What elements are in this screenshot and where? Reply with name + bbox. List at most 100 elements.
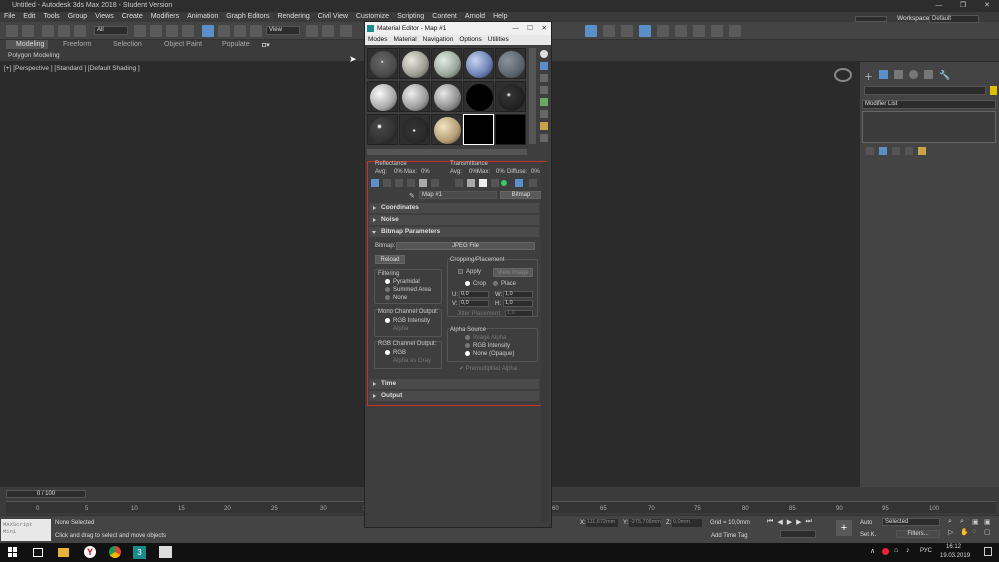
- map-type-button[interactable]: Bitmap: [500, 191, 542, 199]
- me-menu-material[interactable]: Material: [391, 35, 420, 45]
- chrome-icon[interactable]: [109, 546, 121, 558]
- photos-app-icon[interactable]: [159, 546, 172, 558]
- sample-slot[interactable]: [399, 81, 430, 112]
- backlight-icon[interactable]: [540, 62, 548, 70]
- goto-end-icon[interactable]: ⏭: [805, 518, 811, 526]
- tray-app-icon[interactable]: [882, 548, 889, 555]
- get-material-icon[interactable]: [371, 179, 379, 187]
- remove-modifier-icon[interactable]: [905, 147, 913, 155]
- put-to-library-icon[interactable]: [455, 179, 463, 187]
- redo-icon[interactable]: [22, 25, 34, 37]
- bitmap-file-button[interactable]: JPEG File: [396, 242, 535, 250]
- show-end-result-me-icon[interactable]: [491, 179, 499, 187]
- mono-rgb-intensity-radio[interactable]: RGB Intensity: [385, 318, 430, 324]
- task-view-icon[interactable]: [33, 548, 43, 557]
- x-coord[interactable]: 111,672mm: [586, 519, 618, 527]
- rollout-noise[interactable]: Noise: [369, 215, 539, 225]
- menu-file[interactable]: File: [0, 12, 19, 22]
- viewcube-icon[interactable]: [834, 68, 852, 82]
- object-color-swatch[interactable]: [990, 86, 997, 95]
- rgb-alpha-gray-radio[interactable]: Alpha as Gray: [393, 358, 431, 364]
- go-to-parent-icon[interactable]: [501, 180, 507, 186]
- fov-icon[interactable]: ▷: [948, 528, 958, 536]
- modifier-list-dropdown[interactable]: Modifier List: [862, 100, 996, 109]
- display-tab-icon[interactable]: [924, 70, 934, 79]
- zoom-extents-all-icon[interactable]: ▣: [984, 518, 994, 526]
- sample-slot[interactable]: [399, 114, 430, 145]
- scale-icon[interactable]: [234, 25, 246, 37]
- zoom-extents-icon[interactable]: ▣: [972, 518, 982, 526]
- curve-editor-icon[interactable]: [603, 25, 615, 37]
- menu-edit[interactable]: Edit: [19, 12, 39, 22]
- background-icon[interactable]: [540, 74, 548, 82]
- select-move-icon[interactable]: [202, 25, 214, 37]
- sign-in-dropdown[interactable]: [855, 16, 887, 22]
- me-close-icon[interactable]: ✕: [542, 22, 547, 35]
- pick-material-icon[interactable]: ✎: [409, 192, 415, 200]
- go-forward-sibling-icon[interactable]: [515, 179, 523, 187]
- copy-material-icon[interactable]: [419, 179, 427, 187]
- u-spinner[interactable]: 0,0: [459, 291, 489, 298]
- ref-coord-dropdown[interactable]: View: [266, 26, 300, 35]
- yandex-browser-icon[interactable]: Y: [84, 546, 96, 558]
- rotate-icon[interactable]: [218, 25, 230, 37]
- filter-none-radio[interactable]: None: [385, 295, 407, 301]
- keyboard-shortcut-icon[interactable]: [340, 25, 352, 37]
- time-slider[interactable]: 0 / 100: [6, 490, 86, 498]
- filter-summed-area-radio[interactable]: Summed Area: [385, 287, 431, 293]
- menu-create[interactable]: Create: [118, 12, 147, 22]
- utilities-tab-icon[interactable]: 🔧: [939, 70, 950, 83]
- make-unique-me-icon[interactable]: [431, 179, 439, 187]
- uv-tiling-icon[interactable]: [540, 86, 548, 94]
- modifier-stack[interactable]: [862, 111, 996, 143]
- sample-slot[interactable]: [367, 48, 398, 79]
- tab-modeling[interactable]: Modeling: [6, 40, 48, 49]
- video-color-check-icon[interactable]: [540, 98, 548, 106]
- alpha-image-radio[interactable]: Image Alpha: [465, 335, 506, 341]
- maximize-viewport-icon[interactable]: ▢: [984, 528, 994, 536]
- render-setup-icon[interactable]: [639, 25, 651, 37]
- map-nav-icon[interactable]: [529, 179, 537, 187]
- sample-slot[interactable]: [495, 48, 526, 79]
- tab-populate[interactable]: Populate: [222, 41, 250, 48]
- 3dsmax-taskbar-icon[interactable]: 3: [133, 546, 146, 559]
- mono-alpha-radio[interactable]: Alpha: [393, 326, 408, 332]
- tab-freeform[interactable]: Freeform: [63, 41, 91, 48]
- viewport-label[interactable]: [+] [Perspective ] [Standard ] [Default …: [4, 65, 140, 72]
- sample-slot[interactable]: [463, 114, 494, 145]
- arnold-icon[interactable]: [729, 25, 741, 37]
- rect-region-icon[interactable]: [166, 25, 178, 37]
- rendered-frame-icon[interactable]: [657, 25, 669, 37]
- me-maximize-icon[interactable]: ☐: [527, 22, 533, 35]
- me-menu-modes[interactable]: Modes: [365, 35, 391, 45]
- set-key-button[interactable]: Set K.: [860, 532, 876, 538]
- alpha-none-radio[interactable]: None (Opaque): [465, 351, 514, 357]
- sample-slot[interactable]: [431, 114, 462, 145]
- render-iterative-icon[interactable]: [693, 25, 705, 37]
- tab-selection[interactable]: Selection: [113, 41, 142, 48]
- placement-icon[interactable]: [250, 25, 262, 37]
- pan-icon[interactable]: ✋: [960, 528, 970, 536]
- options-icon[interactable]: [540, 122, 548, 130]
- polygon-modeling-label[interactable]: Polygon Modeling: [8, 52, 60, 59]
- sample-slot[interactable]: [463, 81, 494, 112]
- premultiplied-checkbox[interactable]: ✔ Premultiplied Alpha: [459, 365, 517, 372]
- close-icon[interactable]: ✕: [975, 0, 999, 12]
- link-icon[interactable]: [42, 25, 54, 37]
- sample-slot[interactable]: [399, 48, 430, 79]
- motion-tab-icon[interactable]: [909, 70, 919, 79]
- menu-views[interactable]: Views: [91, 12, 118, 22]
- sample-slot[interactable]: [495, 81, 526, 112]
- h-spinner[interactable]: 1,0: [503, 300, 533, 307]
- v-spinner[interactable]: 0,0: [459, 300, 489, 307]
- menu-tools[interactable]: Tools: [39, 12, 63, 22]
- show-end-result-icon[interactable]: [879, 147, 887, 155]
- rollout-output[interactable]: Output: [369, 391, 539, 401]
- alpha-rgb-intensity-radio[interactable]: RGB Intensity: [465, 343, 510, 349]
- sample-slot[interactable]: [367, 114, 398, 145]
- volume-icon[interactable]: ♪: [906, 547, 910, 554]
- goto-start-icon[interactable]: ⏮: [767, 518, 773, 526]
- zoom-all-icon[interactable]: ⌕: [960, 518, 970, 526]
- menu-modifiers[interactable]: Modifiers: [147, 12, 183, 22]
- material-id-icon[interactable]: [467, 179, 475, 187]
